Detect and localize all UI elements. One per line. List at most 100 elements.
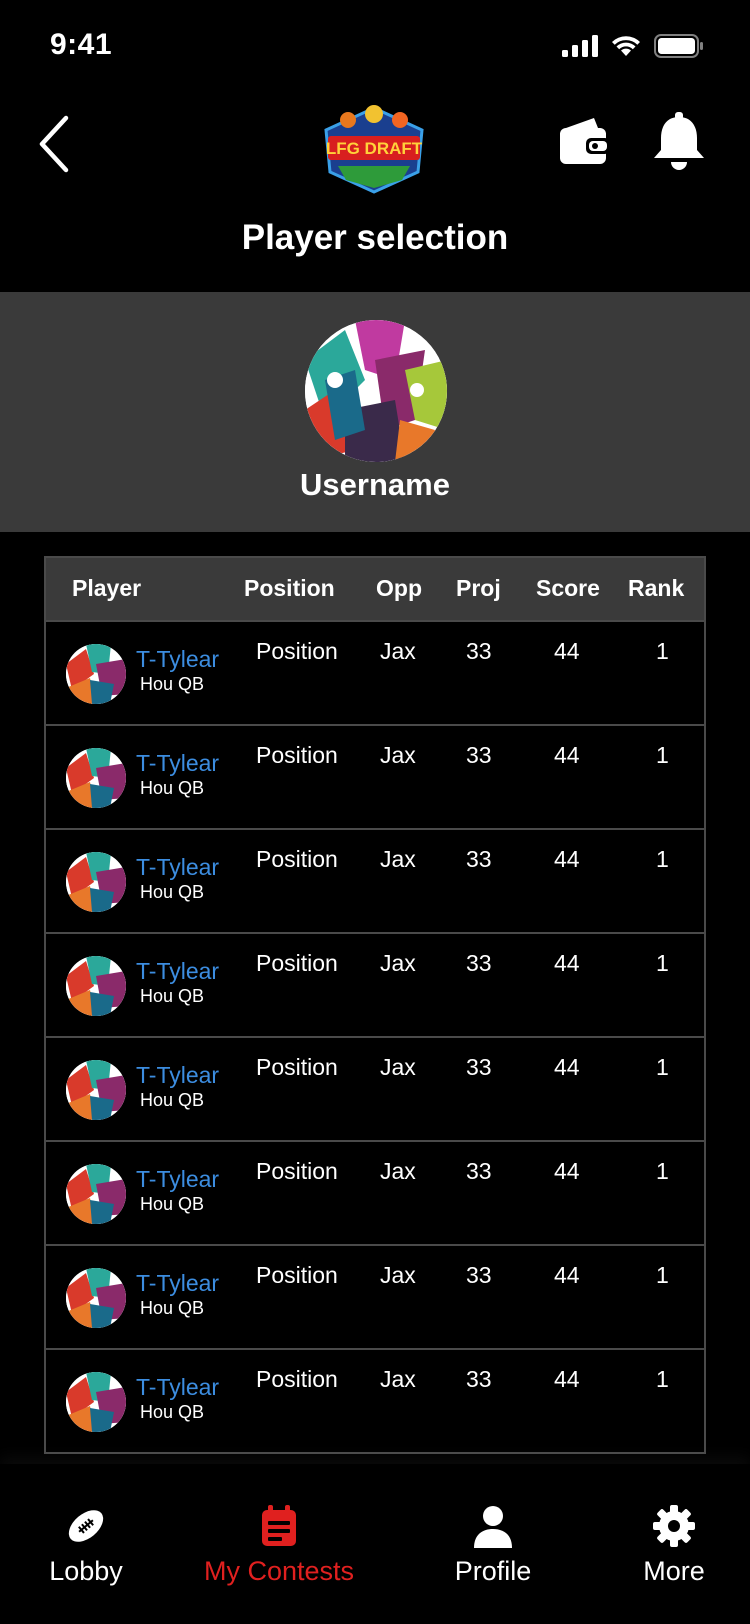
player-score: 44 [554,1366,580,1392]
status-bar: 9:41 [0,0,750,94]
header-opp[interactable]: Opp [376,575,422,602]
player-position: Position [256,846,338,872]
signal-icon [562,35,598,57]
table-row[interactable]: T-Tylear Hou QB Position Jax 33 44 1 [46,828,704,932]
player-score: 44 [554,638,580,664]
profile-username: Username [300,467,450,502]
logo-text: LFG DRAFT [326,139,423,158]
tab-profile[interactable]: Profile [424,1464,562,1604]
app-header: LFG DRAFT Player selection [0,94,750,292]
tab-profile-label: Profile [454,1556,532,1586]
tab-lobby[interactable]: Lobby [20,1464,152,1604]
player-name[interactable]: T-Tylear [136,958,219,985]
player-score: 44 [554,950,580,976]
player-name[interactable]: T-Tylear [136,1062,219,1089]
table-row[interactable]: T-Tylear Hou QB Position Jax 33 44 1 [46,932,704,1036]
wallet-icon[interactable] [558,114,612,168]
player-position: Position [256,950,338,976]
player-avatar [66,1372,126,1432]
profile-section: Username [0,292,750,532]
player-rank: 1 [656,1158,669,1184]
player-rank: 1 [656,1366,669,1392]
player-score: 44 [554,742,580,768]
tab-lobby-label: Lobby [49,1556,123,1586]
gear-icon [653,1505,695,1547]
player-proj: 33 [466,638,492,664]
table-row[interactable]: T-Tylear Hou QB Position Jax 33 44 1 [46,1140,704,1244]
table-row[interactable]: T-Tylear Hou QB Position Jax 33 44 1 [46,1036,704,1140]
player-team: Hou QB [140,882,205,902]
header-score[interactable]: Score [536,575,600,602]
status-time: 9:41 [50,28,113,61]
tab-more-label: More [643,1556,705,1586]
football-icon [68,1510,104,1542]
table-row[interactable]: T-Tylear Hou QB Position Jax 33 44 1 [46,620,704,724]
table-header: Player Position Opp Proj Score Rank [46,558,704,620]
player-name[interactable]: T-Tylear [136,1270,219,1297]
player-name[interactable]: T-Tylear [136,854,219,881]
player-proj: 33 [466,846,492,872]
player-avatar [66,1268,126,1328]
tab-more[interactable]: More [616,1464,732,1604]
person-icon [474,1506,512,1548]
player-avatar [66,852,126,912]
player-position: Position [256,1054,338,1080]
bottom-tab-bar: Lobby My Contests Profile More [0,1464,750,1624]
player-name[interactable]: T-Tylear [136,1374,219,1401]
player-proj: 33 [466,1158,492,1184]
player-name[interactable]: T-Tylear [136,1166,219,1193]
header-position[interactable]: Position [244,575,335,602]
player-position: Position [256,638,338,664]
calendar-icon [262,1505,296,1546]
header-player[interactable]: Player [72,575,141,602]
player-name[interactable]: T-Tylear [136,646,219,673]
player-rank: 1 [656,846,669,872]
player-team: Hou QB [140,1194,205,1214]
player-name[interactable]: T-Tylear [136,750,219,777]
player-score: 44 [554,1262,580,1288]
notifications-bell-icon[interactable] [652,112,706,172]
player-score: 44 [554,1054,580,1080]
player-avatar [66,1060,126,1120]
player-opp: Jax [380,950,416,976]
page-title: Player selection [241,218,509,257]
app-logo: LFG DRAFT [324,105,424,194]
player-position: Position [256,1158,338,1184]
table-row[interactable]: T-Tylear Hou QB Position Jax 33 44 1 [46,724,704,828]
player-avatar [66,644,126,704]
player-rank: 1 [656,1262,669,1288]
header-proj[interactable]: Proj [456,575,501,602]
player-opp: Jax [380,638,416,664]
player-score: 44 [554,1158,580,1184]
player-team: Hou QB [140,1298,205,1318]
tab-my-contests[interactable]: My Contests [188,1464,370,1604]
battery-icon [654,34,703,58]
profile-avatar[interactable] [305,320,447,462]
player-table: Player Position Opp Proj Score Rank T-Ty… [44,556,706,1454]
player-opp: Jax [380,1366,416,1392]
player-team: Hou QB [140,986,205,1006]
player-proj: 33 [466,1262,492,1288]
player-opp: Jax [380,1262,416,1288]
player-position: Position [256,742,338,768]
table-row[interactable]: T-Tylear Hou QB Position Jax 33 44 1 [46,1348,704,1452]
wifi-icon [612,36,640,56]
player-rank: 1 [656,1054,669,1080]
status-icons [562,34,704,58]
header-rank[interactable]: Rank [628,575,684,602]
table-row[interactable]: T-Tylear Hou QB Position Jax 33 44 1 [46,1244,704,1348]
player-team: Hou QB [140,1090,205,1110]
player-proj: 33 [466,1366,492,1392]
tab-my-contests-label: My Contests [203,1556,355,1586]
player-position: Position [256,1366,338,1392]
player-avatar [66,748,126,808]
player-proj: 33 [466,1054,492,1080]
player-rank: 1 [656,950,669,976]
player-opp: Jax [380,1158,416,1184]
avatar-art [305,320,447,462]
player-team: Hou QB [140,674,205,694]
back-button[interactable] [36,114,76,174]
player-position: Position [256,1262,338,1288]
player-proj: 33 [466,950,492,976]
player-rank: 1 [656,638,669,664]
